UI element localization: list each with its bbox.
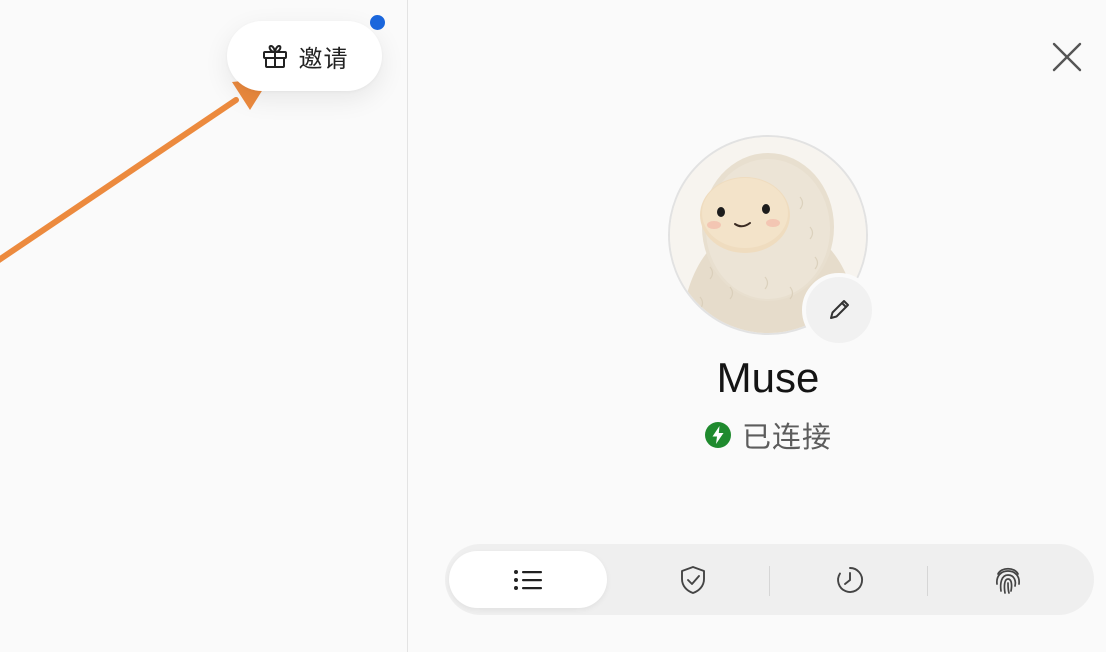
profile-name: Muse — [716, 354, 820, 401]
invite-label: 邀请 — [298, 44, 349, 73]
fingerprint-icon — [996, 567, 1020, 594]
pencil-icon — [830, 300, 849, 319]
lightning-icon — [704, 422, 731, 448]
gift-icon — [262, 45, 287, 68]
invite-button[interactable]: 邀请 — [227, 21, 382, 91]
left-pane: 邀请 — [0, 0, 407, 652]
close-icon[interactable] — [1050, 40, 1084, 74]
profile-panel: Muse 已连接 — [408, 0, 1106, 652]
tab-history[interactable] — [775, 551, 925, 608]
tab-security[interactable] — [617, 551, 769, 608]
tab-fingerprint[interactable] — [933, 551, 1083, 608]
connection-status: 已连接 — [658, 414, 878, 456]
status-text: 已连接 — [741, 420, 832, 454]
list-icon — [514, 569, 542, 590]
edit-avatar-button[interactable] — [802, 273, 876, 347]
tab-separator — [769, 566, 770, 596]
clock-icon — [837, 566, 863, 593]
shield-check-icon — [681, 565, 705, 594]
tab-list[interactable] — [449, 551, 607, 608]
tab-bar — [445, 544, 1094, 615]
tab-separator — [927, 566, 928, 596]
notification-dot — [370, 15, 385, 30]
